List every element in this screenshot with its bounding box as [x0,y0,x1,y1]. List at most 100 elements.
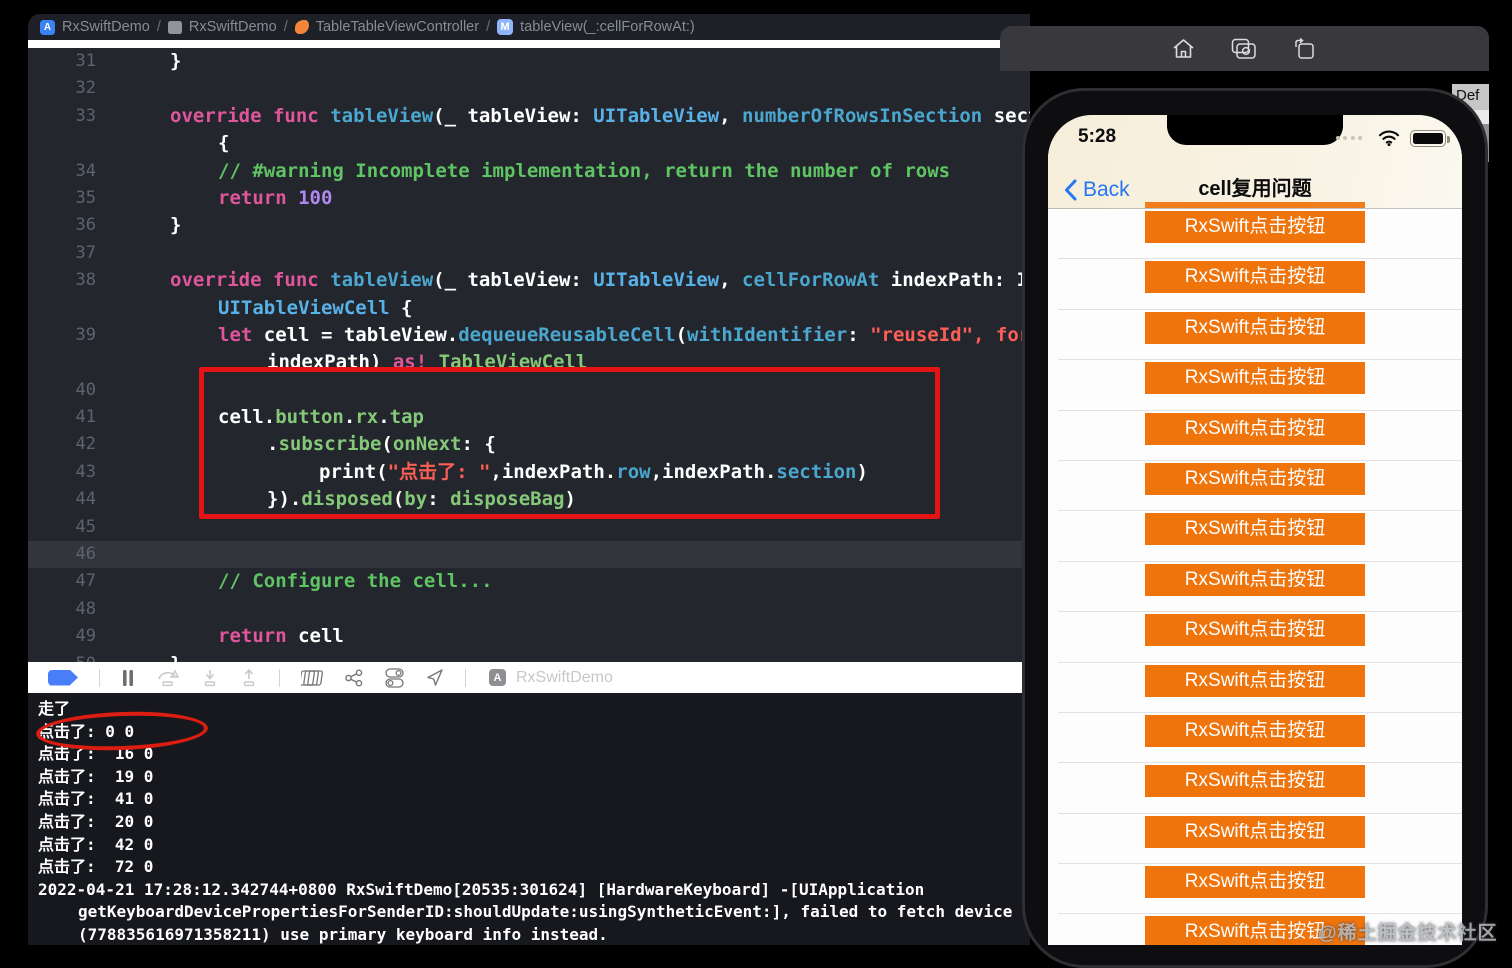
code-line-48[interactable]: 48 [28,596,1030,623]
rotate-icon[interactable] [1293,37,1317,60]
code-line-50[interactable]: 50} [28,651,1030,662]
rxswift-tap-button[interactable]: RxSwift点击按钮 [1145,714,1365,747]
console-line: (778835616971358211) use primary keyboar… [78,924,608,944]
view-hierarchy-icon[interactable] [301,668,323,688]
code-line-32[interactable]: 32 [28,75,1030,102]
cell-separator [1058,510,1462,512]
cell-separator [1058,560,1462,562]
screenshot-icon[interactable] [1231,38,1257,60]
simulator-toolbar [1000,26,1489,71]
line-number: 31 [75,51,96,71]
rxswift-tap-button[interactable]: RxSwift点击按钮 [1145,765,1365,798]
breadcrumb: A RxSwiftDemo / RxSwiftDemo / TableTable… [28,14,1030,40]
line-number: 40 [75,379,96,400]
breadcrumb-item-method[interactable]: M tableView(_:cellForRowAt:) [497,19,695,35]
watermark: @稀土掘金技术社区 [1318,923,1498,944]
code-editor[interactable]: 31} 32 33 override func tableView(_ tableVi… [28,48,1030,662]
table-row: RxSwift点击按钮 [1048,664,1462,713]
line-number: 50 [28,651,96,662]
rxswift-tap-button[interactable]: RxSwift点击按钮 [1145,311,1365,344]
console-line: 点击了: 72 0 [38,857,154,877]
rxswift-tap-button[interactable]: RxSwift点击按钮 [1145,664,1365,697]
rxswift-tap-button[interactable]: RxSwift点击按钮 [1145,412,1365,445]
home-icon[interactable] [1172,38,1195,60]
code-line-31[interactable]: 31} [28,48,1030,75]
table-row: RxSwift点击按钮 [1048,513,1462,562]
environment-overrides-icon[interactable] [385,667,404,688]
line-number: 35 [75,187,96,208]
app-chip-icon: A [489,669,506,686]
code-line-38[interactable]: 38 override func tableView(_ tableView: U… [28,267,1030,294]
step-into-icon[interactable] [201,669,219,687]
step-out-icon[interactable] [240,668,258,687]
code-line-47[interactable]: 47 // Configure the cell... [28,568,1030,595]
code-line-39[interactable]: 39 let cell = tableView.dequeueReusableCe… [28,322,1030,349]
step-over-icon[interactable] [156,669,180,687]
cell-separator [1058,913,1462,915]
breadcrumb-label: TableTableViewController [315,19,480,35]
cellular-signal-icon [1335,136,1362,140]
code-line-36[interactable]: 36} [28,212,1030,239]
table-row: RxSwift点击按钮 [1048,211,1462,260]
code-line-34[interactable]: 34 // #warning Incomplete implementation,… [28,158,1030,185]
line-number: 39 [75,324,96,345]
code-line-49[interactable]: 49 return cell [28,623,1030,650]
memory-graph-icon[interactable] [344,669,364,687]
divider [99,668,100,687]
running-app-label: RxSwiftDemo [516,668,613,686]
cell-separator [1058,711,1462,713]
rxswift-tap-button[interactable]: RxSwift点击按钮 [1145,462,1365,495]
rxswift-tap-button[interactable]: RxSwift点击按钮 [1145,815,1365,848]
rxswift-tap-button[interactable]: RxSwift点击按钮 [1145,563,1365,596]
rxswift-tap-button[interactable]: RxSwift点击按钮 [1145,261,1365,294]
line-number: 47 [75,571,96,592]
debug-bar: A RxSwiftDemo [28,662,1030,693]
line-number: 43 [75,461,96,482]
table-row: RxSwift点击按钮 [1048,815,1462,865]
rxswift-tap-button[interactable]: RxSwift点击按钮 [1145,362,1365,395]
line-number: 41 [75,407,96,428]
code-line-46[interactable]: 46 [28,541,1030,569]
method-icon: M [497,19,514,35]
page-title: cell复用问题 [1198,178,1312,200]
code-text: let cell = tableView.dequeueReusableCell… [218,323,1030,346]
console-line: 点击了: 42 0 [38,834,154,854]
simulate-location-icon[interactable] [425,668,444,687]
breadcrumb-separator: / [156,19,161,35]
table-row: RxSwift点击按钮 [1048,563,1462,613]
swift-file-icon [294,20,309,34]
line-number: 44 [75,489,96,510]
code-line-wrap[interactable]: UITableViewCell { [28,295,1030,322]
code-line-35[interactable]: 35 return 100 [28,185,1030,212]
code-text: UITableViewCell { [218,296,413,319]
cell-separator [1058,812,1462,814]
rxswift-tap-button[interactable]: RxSwift点击按钮 [1145,211,1365,243]
breakpoint-toggle-icon[interactable] [48,669,78,686]
rxswift-tap-button[interactable]: RxSwift点击按钮 [1145,866,1365,899]
code-line-33[interactable]: 33 override func tableView(_ tableView: U… [28,103,1030,130]
console-line: 点击了: 19 0 [38,766,154,786]
code-line-37[interactable]: 37 [28,240,1030,267]
breadcrumb-separator: / [283,19,288,35]
line-number: 36 [75,215,96,236]
breadcrumb-item-group[interactable]: RxSwiftDemo [167,19,277,35]
running-app[interactable]: A RxSwiftDemo [489,669,613,687]
code-line-wrap[interactable]: { [28,130,1030,157]
phone-screen: 5:28 Back cell复用问题 RxSwift点击按钮 RxSwift点击按… [1048,115,1462,945]
table-row: RxSwift点击按钮 [1048,462,1462,512]
code-text: // Configure the cell... [218,570,493,593]
cell-table[interactable]: RxSwift点击按钮 RxSwift点击按钮 RxSwift点击按钮 RxSwift… [1048,211,1462,945]
pause-icon[interactable] [121,669,135,687]
rxswift-tap-button[interactable]: RxSwift点击按钮 [1145,614,1365,647]
breadcrumb-item-project[interactable]: A RxSwiftDemo [40,19,150,35]
rxswift-tap-button[interactable]: RxSwift点击按钮 [1145,513,1365,546]
status-time: 5:28 [1078,126,1117,147]
breadcrumb-item-file[interactable]: TableTableViewController [294,19,480,35]
console-line: getKeyboardDevicePropertiesForSenderID:s… [78,902,1013,922]
cell-separator [1058,459,1462,461]
table-row: RxSwift点击按钮 [1048,614,1462,663]
code-text: override func tableView(_ tableView: UIT… [170,269,1030,292]
